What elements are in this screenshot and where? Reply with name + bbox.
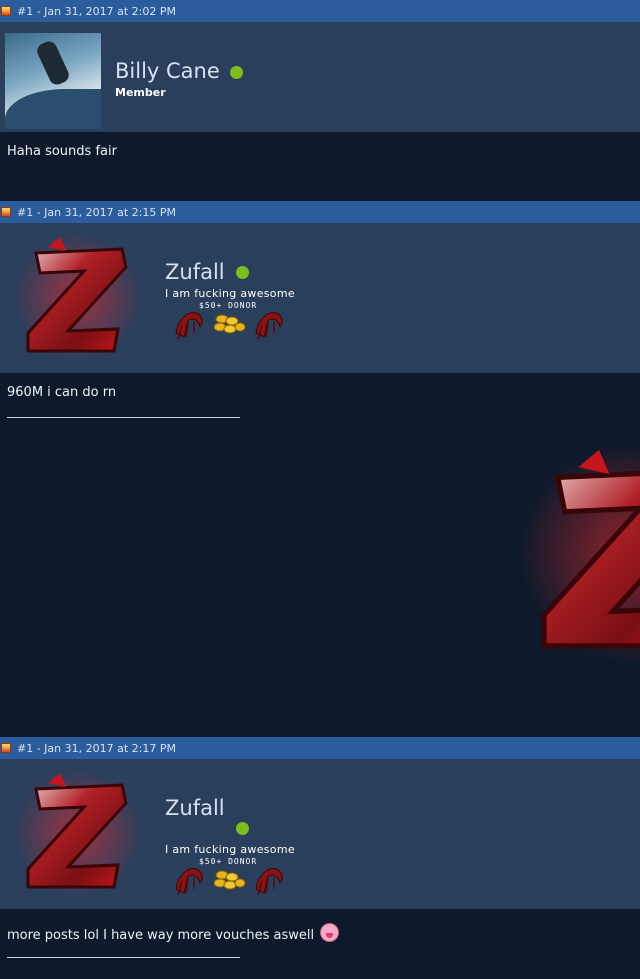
user-title: I am fucking awesome (165, 287, 295, 300)
gold-coins-icon (214, 870, 246, 890)
post-1: #1 - Jan 31, 2017 at 2:02 PM Billy Cane … (0, 0, 640, 200)
post-flag-icon (1, 207, 11, 217)
post-body: 960M i can do rn (0, 373, 640, 735)
user-title: I am fucking awesome (165, 843, 295, 856)
post-flag-icon (1, 6, 11, 16)
tongue-emoji-icon (320, 923, 340, 942)
post-timestamp-link[interactable]: #1 - Jan 31, 2017 at 2:02 PM (17, 5, 176, 18)
online-status-icon (230, 66, 243, 79)
avatar[interactable] (14, 769, 142, 897)
username-link[interactable]: Zufall (165, 796, 225, 820)
signature-divider (7, 957, 240, 958)
user-title: Member (115, 86, 166, 99)
user-info-bar: Zufall I am fucking awesome $50+ DONOR (0, 223, 640, 373)
claw-badge-icon (255, 867, 283, 896)
z-logo-icon (14, 769, 142, 897)
post-header: #1 - Jan 31, 2017 at 2:15 PM (0, 201, 640, 223)
signature-divider (7, 417, 240, 418)
post-body: Haha sounds fair (0, 132, 640, 200)
user-info-bar: Billy Cane Member (0, 22, 640, 132)
post-body: more posts lol I have way more vouches a… (0, 909, 640, 979)
post-message: Haha sounds fair (7, 144, 117, 159)
claw-badge-icon (175, 311, 203, 340)
post-timestamp-link[interactable]: #1 - Jan 31, 2017 at 2:15 PM (17, 206, 176, 219)
username-link[interactable]: Billy Cane (115, 59, 220, 83)
donor-label: $50+ DONOR (199, 857, 258, 866)
post-3: #1 - Jan 31, 2017 at 2:17 PM Zufall I am… (0, 737, 640, 979)
claw-badge-icon (175, 867, 203, 896)
username-link[interactable]: Zufall (165, 260, 225, 284)
post-timestamp-link[interactable]: #1 - Jan 31, 2017 at 2:17 PM (17, 742, 176, 755)
online-status-icon (236, 822, 249, 835)
donor-label: $50+ DONOR (199, 301, 258, 310)
user-info-bar: Zufall I am fucking awesome $50+ DONOR (0, 759, 640, 909)
post-message: 960M i can do rn (7, 385, 117, 400)
post-message-text: more posts lol I have way more vouches a… (7, 928, 315, 943)
gold-coins-icon (214, 314, 246, 334)
signature-z-logo-icon (520, 443, 640, 663)
avatar[interactable] (14, 233, 142, 361)
post-header: #1 - Jan 31, 2017 at 2:17 PM (0, 737, 640, 759)
z-logo-icon (14, 233, 142, 361)
post-header: #1 - Jan 31, 2017 at 2:02 PM (0, 0, 640, 22)
avatar[interactable] (5, 33, 101, 129)
post-flag-icon (1, 743, 11, 753)
online-status-icon (236, 266, 249, 279)
post-message: more posts lol I have way more vouches a… (7, 923, 340, 943)
post-2: #1 - Jan 31, 2017 at 2:15 PM Zufall I am… (0, 201, 640, 735)
claw-badge-icon (255, 311, 283, 340)
